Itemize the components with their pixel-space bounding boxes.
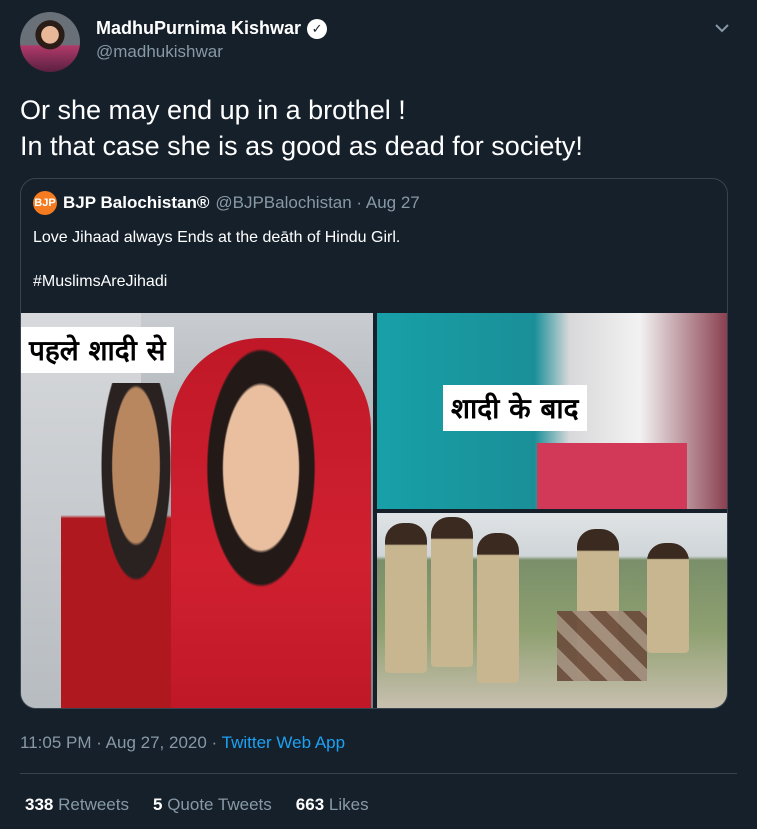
image-person [171,338,371,708]
likes-label: Likes [328,795,369,814]
likes-count: 663 [295,795,325,814]
quoted-author-name: BJP Balochistan® [63,193,210,212]
quoted-tweet-card[interactable]: BJP BJP Balochistan® @BJPBalochistan · A… [20,178,728,709]
quotes-label: Quote Tweets [167,795,272,814]
tweet-text: Or she may end up in a brothel ! In that… [20,92,735,164]
verified-badge-icon: ✓ [307,18,328,39]
author-avatar[interactable] [20,12,80,72]
quoted-hashtag[interactable]: #MuslimsAreJihadi [33,273,167,291]
quoted-tweet-header: BJP BJP Balochistan® @BJPBalochistan · A… [33,191,420,215]
retweets-stat[interactable]: 338 Retweets [25,795,129,815]
author-handle[interactable]: @madhukishwar [96,42,223,62]
quoted-handle-date: @BJPBalochistan · Aug 27 [215,193,420,212]
tweet-header: MadhuPurnima Kishwar ✓ @madhukishwar [20,12,740,72]
quote-tweets-stat[interactable]: 5 Quote Tweets [153,795,272,815]
tweet-text-line: Or she may end up in a brothel ! [20,95,406,125]
author-display-name[interactable]: MadhuPurnima Kishwar [96,18,301,39]
source-app-link[interactable]: Twitter Web App [222,733,345,752]
quoted-media-grid[interactable]: पहले शादी से शादी के बाद [21,313,727,708]
tweet-text-line: In that case she is as good as dead for … [20,131,583,161]
blurred-region [557,611,647,681]
quoted-tweet-text: Love Jihaad always Ends at the deāth of … [33,229,401,246]
media-image-couple[interactable]: पहले शादी से [21,313,373,708]
retweets-label: Retweets [58,795,129,814]
divider [20,773,737,774]
image-caption-before: पहले शादी से [21,327,174,373]
image-detail [537,443,687,509]
media-image-after[interactable]: शादी के बाद [377,313,727,509]
image-person [431,517,473,667]
image-person [647,543,689,653]
tweet-timestamp: 11:05 PM · Aug 27, 2020 · Twitter Web Ap… [20,733,345,753]
image-caption-after: शादी के बाद [443,385,587,431]
timestamp-text[interactable]: 11:05 PM · Aug 27, 2020 · [20,733,222,752]
media-image-police[interactable] [377,513,727,708]
likes-stat[interactable]: 663 Likes [296,795,369,815]
image-person [477,533,519,683]
quotes-count: 5 [152,795,163,814]
image-person [385,523,427,673]
chevron-down-icon[interactable] [708,14,736,42]
author-name-row[interactable]: MadhuPurnima Kishwar ✓ [96,18,328,39]
tweet-stats: 338 Retweets 5 Quote Tweets 663 Likes [25,795,369,815]
retweets-count: 338 [25,795,54,814]
quoted-author-avatar: BJP [33,191,57,215]
